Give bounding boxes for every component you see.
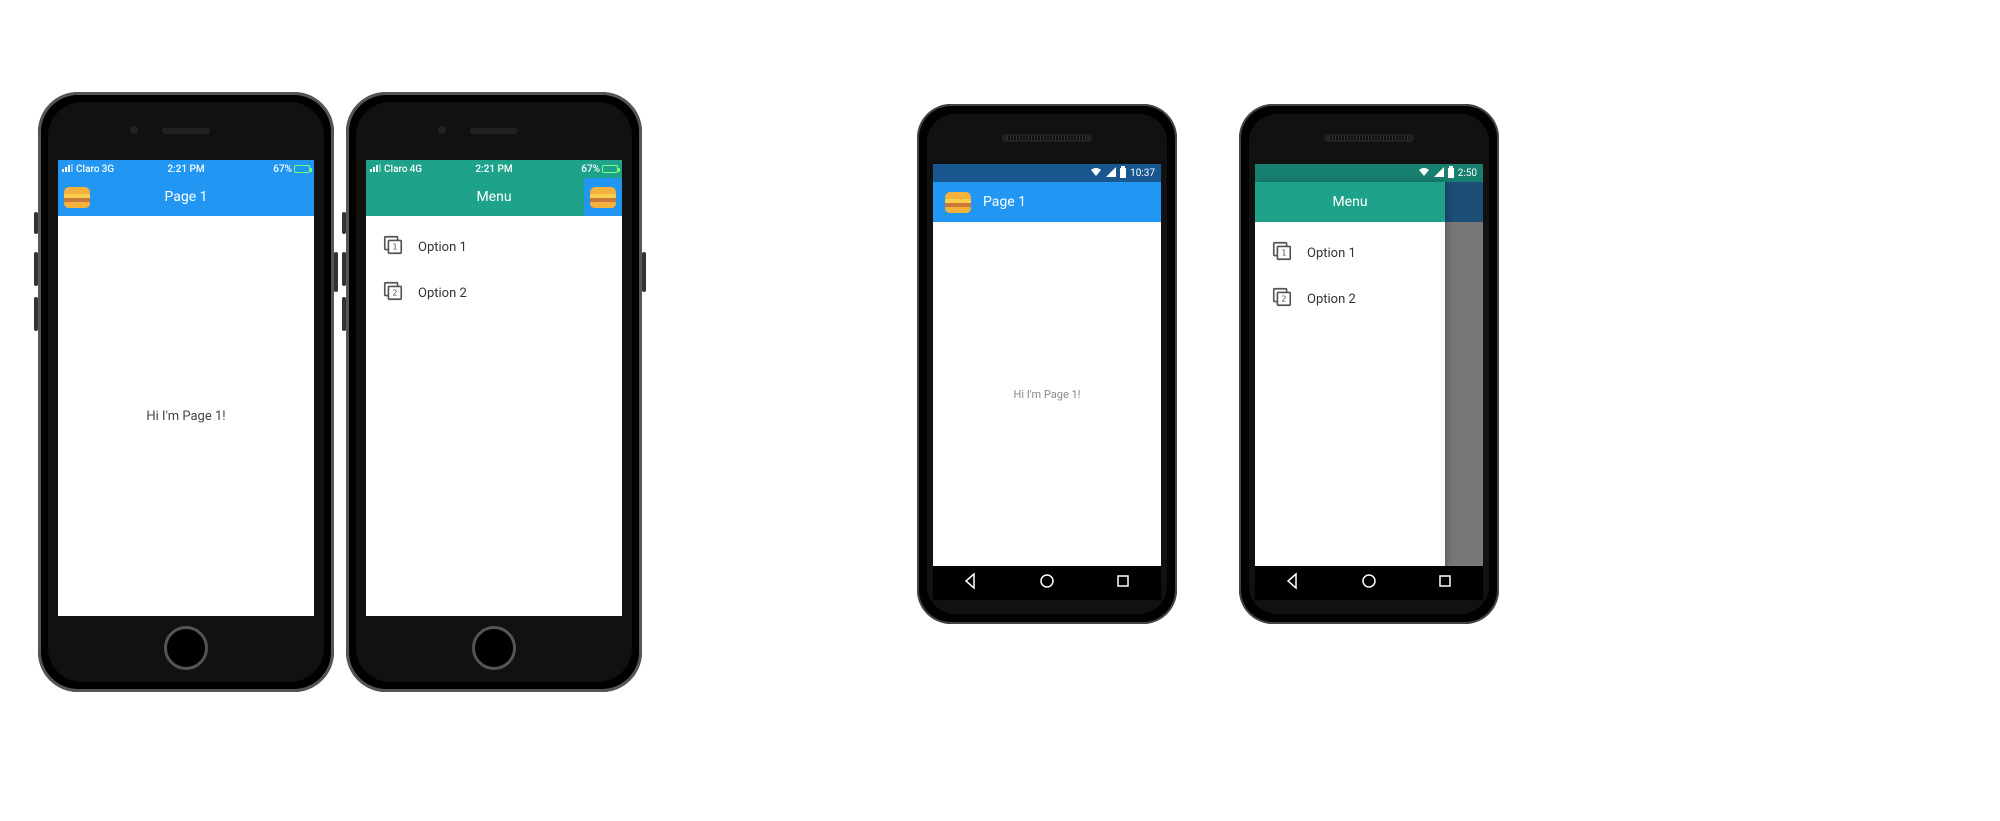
recent-apps-button[interactable] — [1114, 572, 1132, 594]
svg-text:1: 1 — [392, 242, 397, 252]
hamburger-menu-button[interactable] — [945, 191, 971, 213]
drawer-container: Menu 1 Option 1 2 — [1255, 182, 1483, 566]
signal-icon — [62, 164, 74, 175]
menu-item-option-2[interactable]: 2 Option 2 — [366, 270, 622, 316]
clock-label: 10:37 — [1130, 168, 1155, 179]
drawer-title: Menu — [1332, 194, 1367, 210]
menu-item-option-1[interactable]: 1 Option 1 — [1255, 230, 1445, 276]
clock-label: 2:21 PM — [475, 164, 512, 175]
back-button[interactable] — [962, 572, 980, 594]
hamburger-icon — [590, 186, 616, 208]
home-button[interactable] — [1360, 572, 1378, 594]
content-text: Hi I'm Page 1! — [1013, 388, 1080, 401]
underlying-page-strip[interactable] — [584, 178, 622, 216]
underlying-page-strip[interactable] — [1445, 182, 1483, 222]
filter-1-icon: 1 — [1271, 240, 1293, 266]
wifi-icon — [1090, 167, 1102, 180]
hamburger-icon — [945, 191, 971, 213]
menu-item-label: Option 2 — [418, 286, 467, 301]
drawer-title: Menu — [476, 189, 511, 205]
menu-item-label: Option 1 — [418, 240, 467, 255]
drawer-header: Menu — [1255, 182, 1445, 222]
android-nav-bar — [933, 566, 1161, 600]
menu-item-label: Option 1 — [1307, 246, 1356, 261]
signal-icon — [370, 164, 382, 175]
iphone-device-1: Claro 3G 2:21 PM 67% Page 1 — [38, 92, 334, 692]
content-text: Hi I'm Page 1! — [146, 409, 225, 424]
back-button[interactable] — [1284, 572, 1302, 594]
menu-item-option-1[interactable]: 1 Option 1 — [366, 224, 622, 270]
filter-2-icon: 2 — [1271, 286, 1293, 312]
status-bar: 10:37 — [933, 164, 1161, 182]
carrier-label: Claro — [384, 164, 408, 175]
status-bar: Claro 4G 2:21 PM 67% — [366, 160, 622, 178]
battery-icon — [294, 165, 310, 173]
recent-apps-button[interactable] — [1436, 572, 1454, 594]
app-bar: Page 1 — [933, 182, 1161, 222]
battery-icon — [1448, 168, 1454, 178]
filter-2-icon: 2 — [382, 280, 404, 306]
hamburger-icon — [64, 186, 90, 208]
drawer-panel: Menu 1 Option 1 2 — [1255, 182, 1445, 566]
battery-icon — [1120, 168, 1126, 178]
home-button[interactable] — [1038, 572, 1056, 594]
filter-1-icon: 1 — [382, 234, 404, 260]
android-nav-bar — [1255, 566, 1483, 600]
android-device-1: 10:37 Page 1 Hi I'm Page 1! — [917, 104, 1177, 624]
page-content: Hi I'm Page 1! — [58, 216, 314, 616]
drawer-menu-list: 1 Option 1 2 Option 2 — [366, 216, 622, 616]
android-device-2: 2:50 Menu 1 Option 1 — [1239, 104, 1499, 624]
battery-icon — [602, 165, 618, 173]
menu-item-option-2[interactable]: 2 Option 2 — [1255, 276, 1445, 322]
signal-icon — [1434, 167, 1444, 180]
iphone-device-2: Claro 4G 2:21 PM 67% Menu — [346, 92, 642, 692]
svg-text:2: 2 — [392, 288, 397, 298]
page-title: Page 1 — [165, 189, 208, 205]
status-bar: 2:50 — [1255, 164, 1483, 182]
signal-icon — [1106, 167, 1116, 180]
clock-label: 2:50 — [1458, 168, 1477, 179]
network-label: 4G — [410, 164, 423, 175]
drawer-header: Menu — [366, 178, 622, 216]
network-label: 3G — [102, 164, 115, 175]
battery-pct-label: 67% — [581, 164, 600, 175]
page-title: Page 1 — [983, 194, 1026, 210]
app-bar: Page 1 — [58, 178, 314, 216]
wifi-icon — [1418, 167, 1430, 180]
hamburger-menu-button[interactable] — [64, 186, 90, 208]
page-content: Hi I'm Page 1! — [933, 222, 1161, 566]
svg-text:1: 1 — [1281, 248, 1286, 258]
battery-pct-label: 67% — [273, 164, 292, 175]
svg-text:2: 2 — [1281, 294, 1286, 304]
menu-item-label: Option 2 — [1307, 292, 1356, 307]
clock-label: 2:21 PM — [167, 164, 204, 175]
status-bar: Claro 3G 2:21 PM 67% — [58, 160, 314, 178]
carrier-label: Claro — [76, 164, 100, 175]
drawer-menu-list: 1 Option 1 2 Option 2 — [1255, 222, 1445, 566]
